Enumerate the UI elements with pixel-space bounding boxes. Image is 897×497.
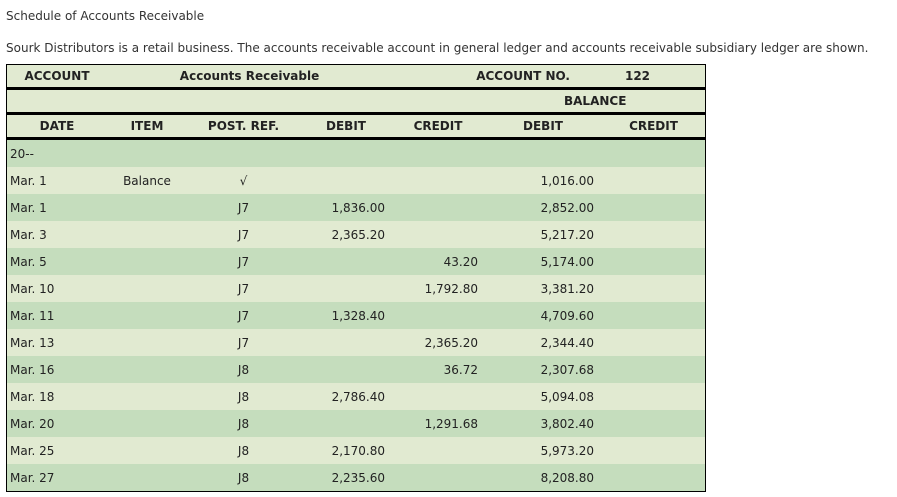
table-row: Mar. 25 J8 2,170.80 5,973.20 [7, 437, 705, 464]
cell-credit: 1,792.80 [424, 281, 478, 296]
general-ledger-account: ACCOUNT Accounts Receivable ACCOUNT NO. … [6, 64, 706, 492]
cell-post-ref: J7 [237, 335, 250, 350]
cell-balance-debit: 3,802.40 [540, 416, 594, 431]
balance-label: BALANCE [564, 94, 627, 108]
page-title: Schedule of Accounts Receivable [6, 9, 205, 23]
cell-post-ref: J7 [237, 308, 250, 323]
cell-post-ref: J8 [237, 470, 250, 485]
cell-debit: 1,836.00 [331, 200, 385, 215]
column-header-date: DATE [39, 119, 75, 133]
cell-date: Mar. 16 [10, 362, 55, 377]
table-row: Mar. 27 J8 2,235.60 8,208.80 [7, 464, 705, 491]
cell-post-ref: J8 [237, 389, 250, 404]
cell-credit: 43.20 [443, 254, 478, 269]
column-header-balance-debit: DEBIT [523, 119, 563, 133]
cell-post-ref: J7 [237, 227, 250, 242]
table-row: Mar. 3 J7 2,365.20 5,217.20 [7, 221, 705, 248]
cell-date: Mar. 1 [10, 200, 47, 215]
cell-debit: 1,328.40 [331, 308, 385, 323]
cell-debit: 2,365.20 [331, 227, 385, 242]
cell-balance-debit: 5,217.20 [540, 227, 594, 242]
cell-date: Mar. 5 [10, 254, 47, 269]
cell-date: Mar. 3 [10, 227, 47, 242]
cell-debit: 2,170.80 [331, 443, 385, 458]
table-row: Mar. 16 J8 36.72 2,307.68 [7, 356, 705, 383]
cell-date: 20-- [10, 146, 34, 161]
cell-credit: 2,365.20 [424, 335, 478, 350]
table-row: Mar. 11 J7 1,328.40 4,709.60 [7, 302, 705, 329]
cell-balance-debit: 2,852.00 [540, 200, 594, 215]
account-label: ACCOUNT [24, 69, 90, 83]
cell-balance-debit: 1,016.00 [540, 173, 594, 188]
table-row: Mar. 18 J8 2,786.40 5,094.08 [7, 383, 705, 410]
account-name: Accounts Receivable [179, 69, 320, 83]
cell-balance-debit: 2,307.68 [540, 362, 594, 377]
cell-balance-debit: 5,094.08 [540, 389, 594, 404]
cell-post-ref: J7 [237, 281, 250, 296]
table-row: Mar. 5 J7 43.20 5,174.00 [7, 248, 705, 275]
table-row: Mar. 1 Balance √ 1,016.00 [7, 167, 705, 194]
cell-date: Mar. 27 [10, 470, 55, 485]
balance-header-row: BALANCE [7, 90, 705, 115]
cell-post-ref: J8 [237, 362, 250, 377]
account-header-row: ACCOUNT Accounts Receivable ACCOUNT NO. … [7, 65, 705, 90]
table-row: Mar. 13 J7 2,365.20 2,344.40 [7, 329, 705, 356]
cell-debit: 2,235.60 [331, 470, 385, 485]
cell-post-ref: J8 [237, 443, 250, 458]
cell-balance-debit: 5,174.00 [540, 254, 594, 269]
cell-balance-debit: 3,381.20 [540, 281, 594, 296]
cell-debit: 2,786.40 [331, 389, 385, 404]
cell-balance-debit: 5,973.20 [540, 443, 594, 458]
table-row: Mar. 10 J7 1,792.80 3,381.20 [7, 275, 705, 302]
problem-description: Sourk Distributors is a retail business.… [6, 41, 869, 55]
cell-date: Mar. 13 [10, 335, 55, 350]
account-number-label: ACCOUNT NO. [476, 69, 570, 83]
cell-credit: 1,291.68 [424, 416, 478, 431]
table-row: 20-- [7, 140, 705, 167]
column-header-balance-credit: CREDIT [629, 119, 678, 133]
cell-date: Mar. 11 [10, 308, 55, 323]
cell-post-ref: J7 [237, 254, 250, 269]
cell-balance-debit: 8,208.80 [540, 470, 594, 485]
column-header-item: ITEM [130, 119, 164, 133]
table-row: Mar. 1 J7 1,836.00 2,852.00 [7, 194, 705, 221]
column-header-debit: DEBIT [326, 119, 366, 133]
cell-item: Balance [123, 173, 171, 188]
column-header-credit: CREDIT [413, 119, 463, 133]
cell-balance-debit: 4,709.60 [540, 308, 594, 323]
account-number: 122 [624, 69, 651, 83]
cell-date: Mar. 18 [10, 389, 55, 404]
cell-post-ref: √ [239, 173, 248, 188]
column-header-post-ref: POST. REF. [207, 119, 280, 133]
cell-post-ref: J8 [237, 416, 250, 431]
ledger-body: 20-- Mar. 1 Balance √ 1,016.00 Mar. 1 J7 1,836.… [7, 140, 705, 491]
cell-post-ref: J7 [237, 200, 250, 215]
cell-date: Mar. 1 [10, 173, 47, 188]
column-header-row: DATE ITEM POST. REF. DEBIT CREDIT DEBIT … [7, 115, 705, 140]
cell-balance-debit: 2,344.40 [540, 335, 594, 350]
cell-credit: 36.72 [443, 362, 478, 377]
cell-date: Mar. 25 [10, 443, 55, 458]
cell-date: Mar. 20 [10, 416, 55, 431]
table-row: Mar. 20 J8 1,291.68 3,802.40 [7, 410, 705, 437]
cell-date: Mar. 10 [10, 281, 55, 296]
